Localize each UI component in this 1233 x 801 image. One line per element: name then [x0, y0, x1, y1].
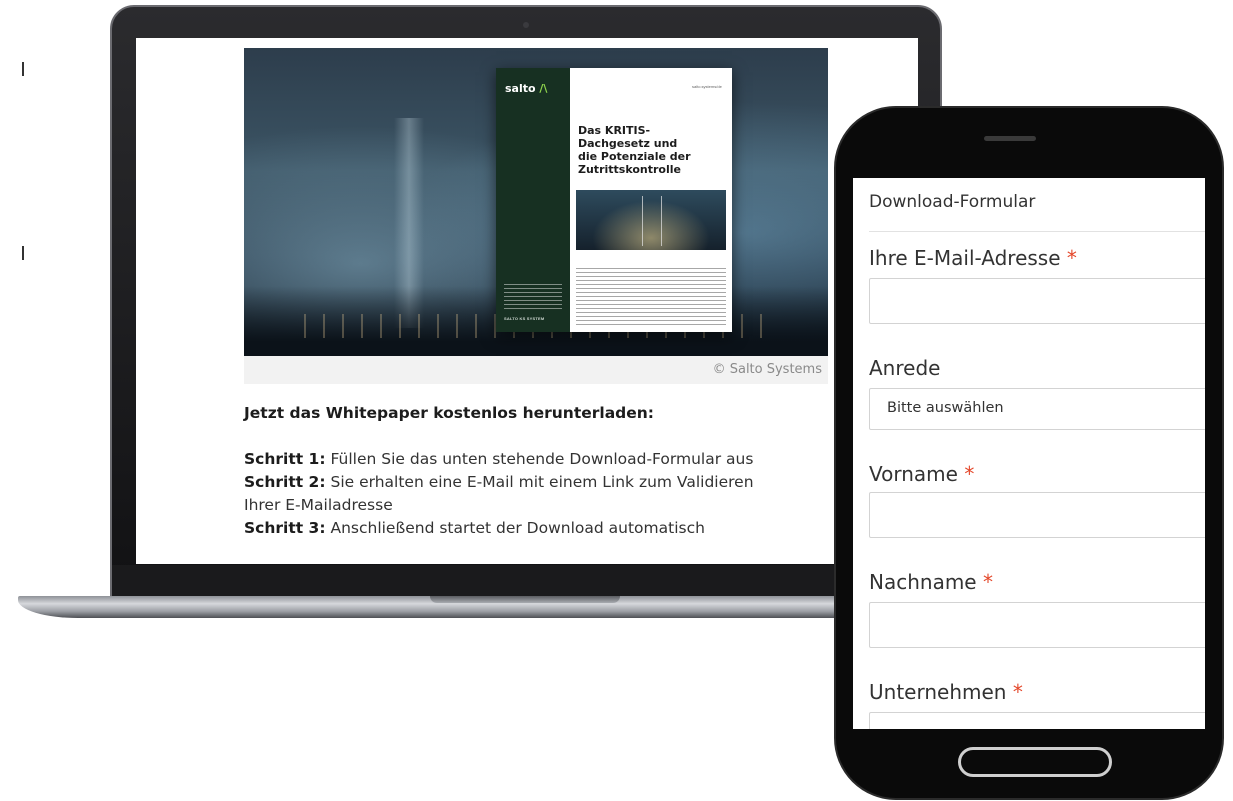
brochure-photo — [576, 190, 726, 250]
phone-screen: Download-Formular Ihre E-Mail-Adresse * … — [853, 178, 1205, 729]
step-2-continued: Ihrer E-Mailadresse — [244, 494, 844, 517]
firstname-field[interactable] — [869, 492, 1205, 538]
company-field[interactable] — [869, 712, 1205, 729]
company-label: Unternehmen * — [869, 680, 1023, 704]
firstname-required-mark: * — [964, 462, 975, 486]
brochure-url: salto.systems/de — [692, 84, 722, 89]
edge-mark-bottom — [18, 246, 24, 260]
salto-logo-text: salto — [505, 82, 536, 95]
brochure-title: Das KRITIS- Dachgesetz und die Potenzial… — [578, 124, 691, 176]
email-field[interactable] — [869, 278, 1205, 324]
form-title: Download-Formular — [869, 192, 1036, 212]
salutation-label-text: Anrede — [869, 356, 941, 380]
company-label-text: Unternehmen — [869, 680, 1007, 704]
laptop-notch — [430, 596, 620, 603]
salutation-select[interactable]: Bitte auswählen — [869, 388, 1205, 430]
image-caption-bar: © Salto Systems — [244, 356, 828, 384]
email-label: Ihre E-Mail-Adresse * — [869, 246, 1077, 270]
company-required-mark: * — [1012, 680, 1023, 704]
phone-home-button[interactable] — [958, 747, 1112, 777]
step-3-text: Anschließend startet der Download automa… — [325, 519, 705, 537]
firstname-label-text: Vorname — [869, 462, 958, 486]
email-label-text: Ihre E-Mail-Adresse — [869, 246, 1061, 270]
lastname-label: Nachname * — [869, 570, 993, 594]
step-1-label: Schritt 1: — [244, 450, 326, 468]
step-2-text: Sie erhalten eine E-Mail mit einem Link … — [325, 473, 754, 491]
step-3-label: Schritt 3: — [244, 519, 326, 537]
step-2-label: Schritt 2: — [244, 473, 326, 491]
step-2-text-continued: Ihrer E-Mailadresse — [244, 496, 393, 514]
step-2: Schritt 2: Sie erhalten eine E-Mail mit … — [244, 471, 844, 494]
salutation-label: Anrede — [869, 356, 940, 380]
brochure-side-brand: SALTO KS SYSTEM — [504, 316, 545, 321]
salutation-selected-value: Bitte auswählen — [887, 400, 1004, 416]
phone-speaker — [984, 136, 1036, 141]
laptop-camera — [523, 22, 529, 28]
laptop-screen: salto /\ SALTO KS SYSTEM salto.systems/d… — [136, 38, 918, 564]
form-divider — [869, 231, 1205, 232]
email-required-mark: * — [1066, 246, 1077, 270]
salto-logo-mark: /\ — [539, 82, 548, 95]
lastname-label-text: Nachname — [869, 570, 977, 594]
step-1-text: Füllen Sie das unten stehende Download-F… — [325, 450, 754, 468]
lastname-required-mark: * — [982, 570, 993, 594]
edge-mark-top — [18, 62, 24, 76]
salto-logo: salto /\ — [505, 82, 547, 95]
brochure-contact-text — [504, 284, 562, 310]
brochure-sidebar: salto /\ SALTO KS SYSTEM — [496, 68, 570, 332]
hero-image: salto /\ SALTO KS SYSTEM salto.systems/d… — [244, 48, 828, 356]
image-caption: © Salto Systems — [712, 362, 822, 377]
step-1: Schritt 1: Füllen Sie das unten stehende… — [244, 448, 844, 471]
steps-list: Schritt 1: Füllen Sie das unten stehende… — [244, 448, 844, 540]
firstname-label: Vorname * — [869, 462, 974, 486]
step-3: Schritt 3: Anschließend startet der Down… — [244, 517, 844, 540]
whitepaper-cover[interactable]: salto /\ SALTO KS SYSTEM salto.systems/d… — [496, 68, 732, 332]
lastname-field[interactable] — [869, 602, 1205, 648]
intro-heading: Jetzt das Whitepaper kostenlos herunterl… — [244, 404, 655, 422]
brochure-body-text — [576, 268, 726, 326]
